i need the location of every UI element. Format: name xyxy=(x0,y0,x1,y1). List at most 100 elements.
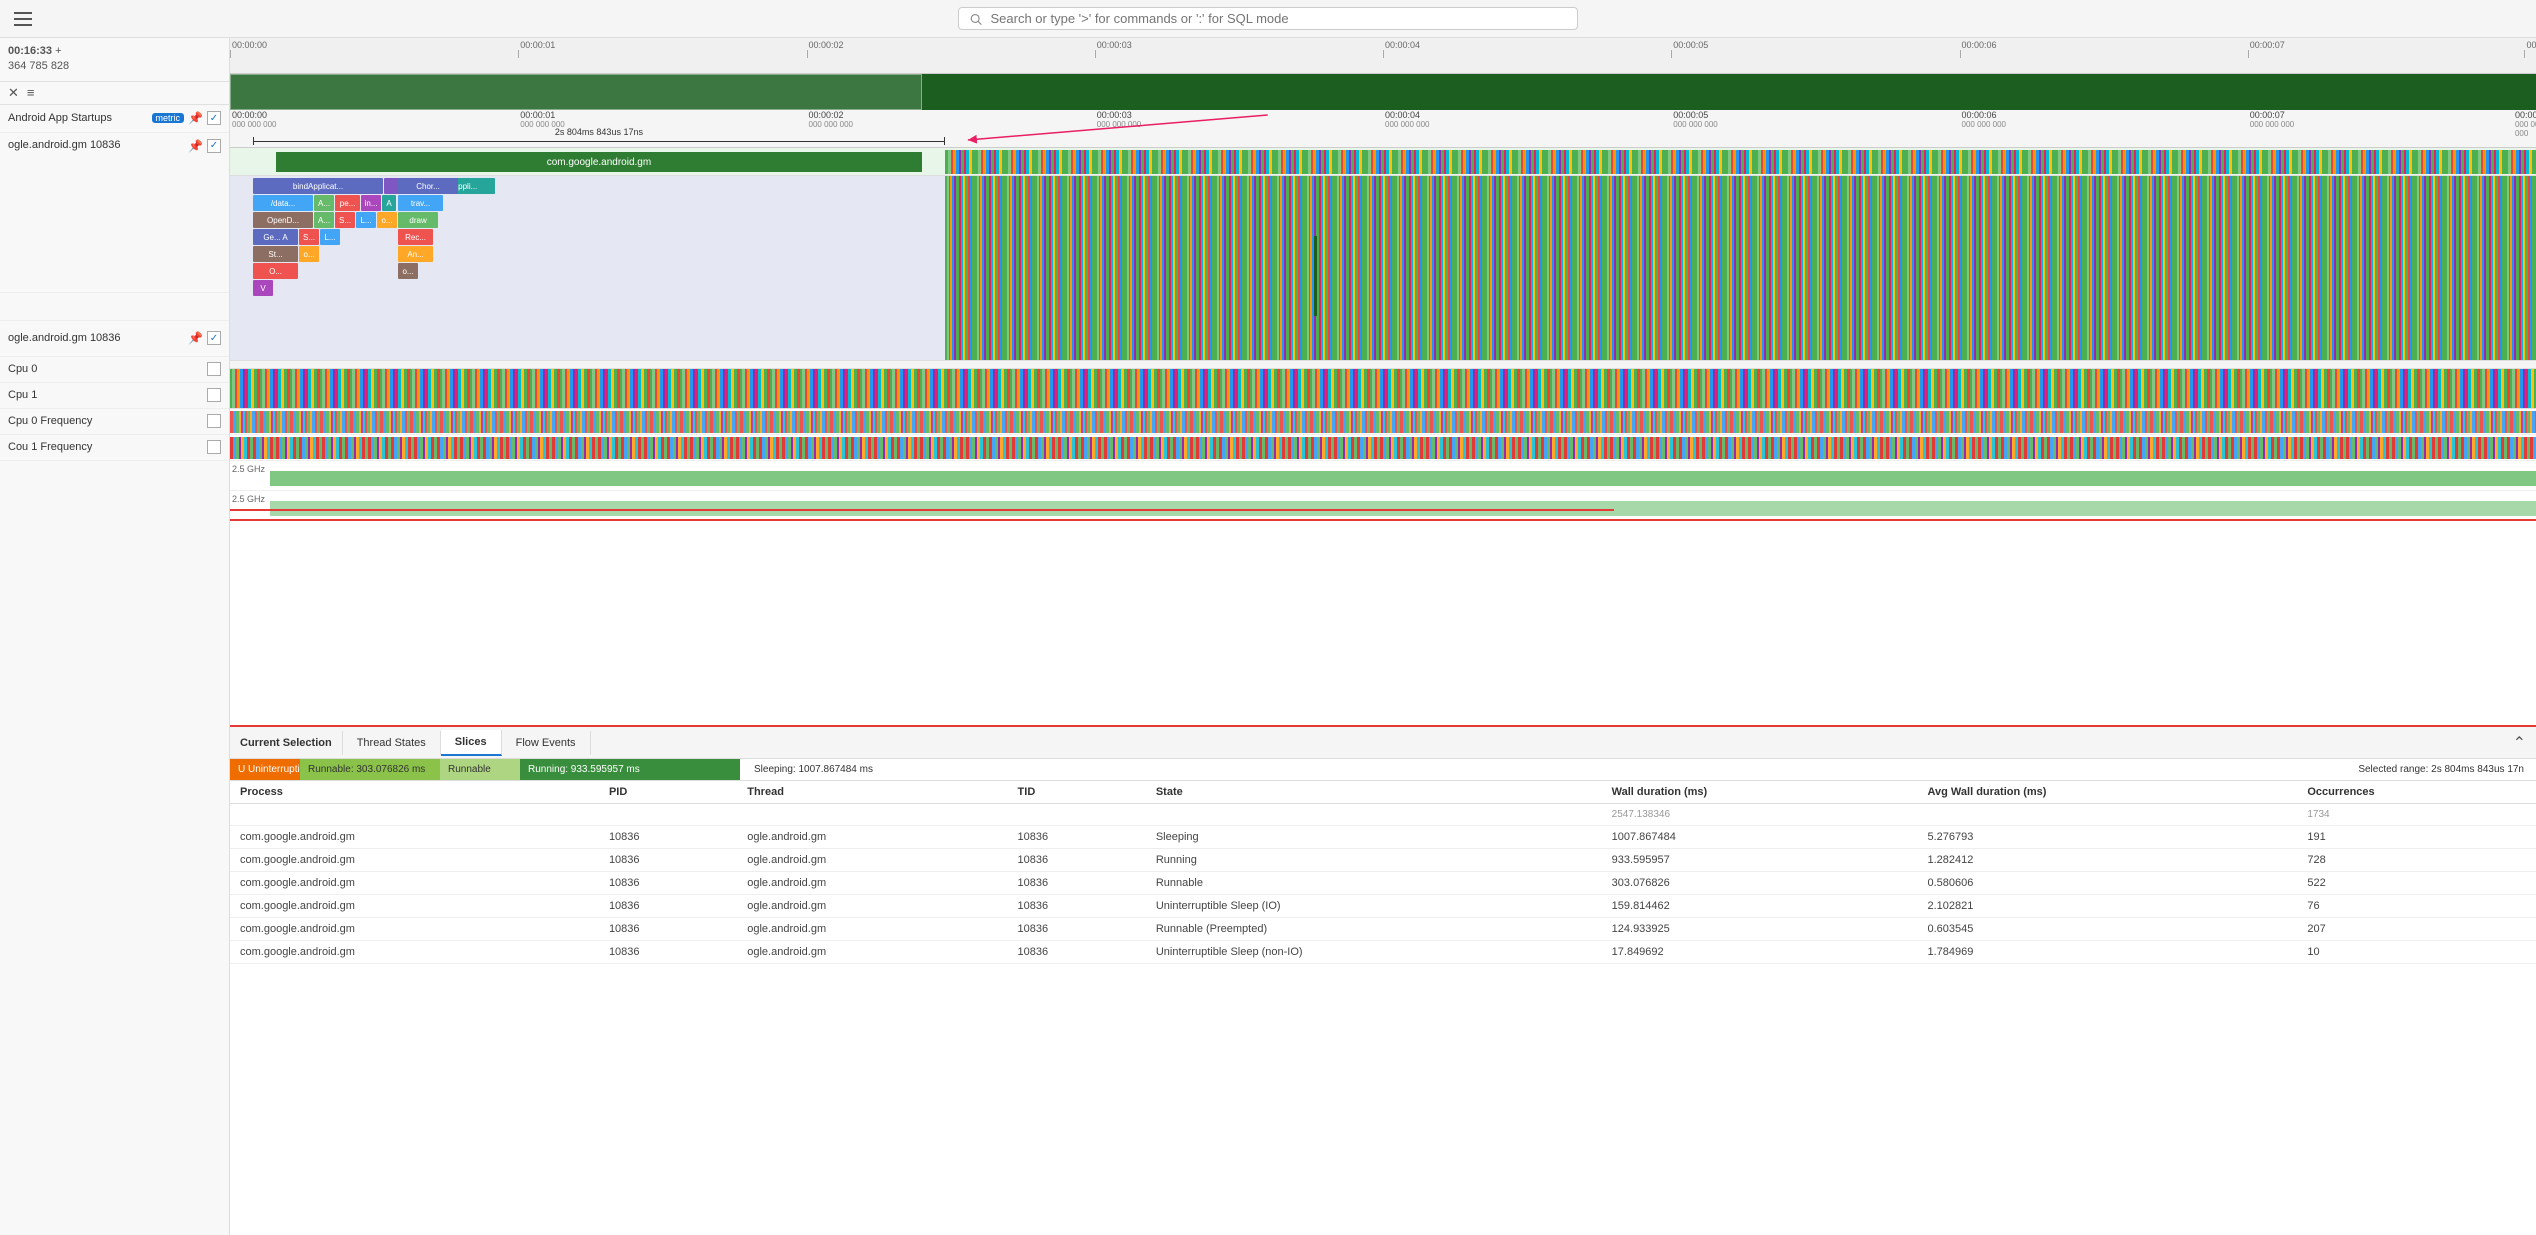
detail-tick-0: 00:00:00 000 000 000 xyxy=(230,110,277,129)
cpu0-freq-label: 2.5 GHz xyxy=(232,464,265,474)
list-btn[interactable]: ≡ xyxy=(27,85,35,100)
data-table-wrap[interactable]: Process PID Thread TID State Wall durati… xyxy=(230,781,2536,1235)
row4-avg: 0.603545 xyxy=(1918,918,2298,941)
track-label-cpu1: Cpu 1 xyxy=(8,389,203,401)
table-row-0[interactable]: com.google.android.gm 10836 ogle.android… xyxy=(230,826,2536,849)
detail-tick-6: 00:00:06 000 000 000 xyxy=(1960,110,2007,129)
search-input-wrap[interactable] xyxy=(958,7,1578,30)
track-item-cpu1-freq[interactable]: Cou 1 Frequency xyxy=(0,435,229,461)
table-row-3[interactable]: com.google.android.gm 10836 ogle.android… xyxy=(230,895,2536,918)
detail-ruler[interactable]: 00:00:00 000 000 000 00:00:01 000 000 00… xyxy=(230,110,2536,148)
hamburger-menu[interactable] xyxy=(14,12,32,26)
flame-row-3: Ge... A S... L... xyxy=(253,229,945,245)
close-btn[interactable]: ✕ xyxy=(8,85,19,101)
flame-block-6-0: V xyxy=(253,280,273,296)
sum-occ: 1734 xyxy=(2297,804,2536,826)
track-spacer-visual xyxy=(230,361,2536,369)
flame-row-5: O... xyxy=(253,263,945,279)
row0-state: Sleeping xyxy=(1146,826,1602,849)
track-checkbox-cpu1-freq[interactable] xyxy=(207,440,221,454)
table-row-5[interactable]: com.google.android.gm 10836 ogle.android… xyxy=(230,941,2536,964)
flame-block-2-1: A... xyxy=(314,212,334,228)
cpu0-freq-track[interactable]: 2.5 GHz xyxy=(230,461,2536,491)
cpu0-track[interactable] xyxy=(230,409,2536,435)
main-container: 00:16:33 + 364 785 828 ✕ ≡ Android App S… xyxy=(0,38,2536,1235)
thread-2-colorbar xyxy=(230,369,2536,408)
flame-block-2-4: o... xyxy=(377,212,397,228)
green-spike xyxy=(1314,236,1317,316)
cpu1-selection-line xyxy=(230,509,1614,511)
left-sidebar: 00:16:33 + 364 785 828 ✕ ≡ Android App S… xyxy=(0,38,230,1235)
ruler-tick-2: 00:00:02 xyxy=(807,38,844,73)
search-icon xyxy=(969,12,983,26)
row2-avg: 0.580606 xyxy=(1918,872,2298,895)
flame-block-4-0: St... xyxy=(253,246,298,262)
row3-avg: 2.102821 xyxy=(1918,895,2298,918)
app-startup-bar: com.google.android.gm xyxy=(276,152,922,172)
flame-block-chor-3: Rec... xyxy=(398,229,433,245)
flame-block-chor-4: An... xyxy=(398,246,433,262)
track-badge-metric: metric xyxy=(152,113,185,123)
track-label-cpu0-freq: Cpu 0 Frequency xyxy=(8,415,203,427)
detail-tick-4: 00:00:04 000 000 000 xyxy=(1383,110,1430,129)
track-item-thread-2[interactable]: ogle.android.gm 10836 📌 xyxy=(0,321,229,357)
table-row-4[interactable]: com.google.android.gm 10836 ogle.android… xyxy=(230,918,2536,941)
bottom-tabs: Current Selection Thread States Slices F… xyxy=(230,727,2536,759)
track-checkbox-1[interactable] xyxy=(207,139,221,153)
row2-tid: 10836 xyxy=(1008,872,1146,895)
flame-row-chor-3: Rec... xyxy=(398,229,548,245)
cpu1-track[interactable] xyxy=(230,435,2536,461)
flame-row-1: /data... A... pe... in... A xyxy=(253,195,945,211)
tab-flow-events[interactable]: Flow Events xyxy=(502,731,591,755)
row1-pid: 10836 xyxy=(599,849,737,872)
thread-track-tall-1[interactable]: bindApplicat... act... Appli... /data...… xyxy=(230,176,2536,361)
state-bar: U Uninterruptible Runnable: 303.076826 m… xyxy=(230,759,2536,781)
tracks-content: com.google.android.gm bindApplicat... ac… xyxy=(230,148,2536,725)
row3-thread: ogle.android.gm xyxy=(737,895,1007,918)
flame-block-chor-5: o... xyxy=(398,263,418,279)
app-startup-track[interactable]: com.google.android.gm xyxy=(230,148,2536,176)
col-process: Process xyxy=(230,781,599,804)
row0-wall: 1007.867484 xyxy=(1602,826,1918,849)
table-row-1[interactable]: com.google.android.gm 10836 ogle.android… xyxy=(230,849,2536,872)
track-item-app-startups[interactable]: Android App Startups metric 📌 xyxy=(0,105,229,133)
track-checkbox-cpu1[interactable] xyxy=(207,388,221,402)
tab-thread-states[interactable]: Thread States xyxy=(343,731,441,755)
bracket-line xyxy=(254,141,944,142)
app-startup-colorbar xyxy=(945,150,2536,174)
flame-block-2-2: S... xyxy=(335,212,355,228)
thread-track-2[interactable] xyxy=(230,369,2536,409)
track-item-cpu1[interactable]: Cpu 1 xyxy=(0,383,229,409)
flame-row-chor-0: Chor... xyxy=(398,178,548,194)
ruler-tick-1: 00:00:01 xyxy=(518,38,555,73)
row3-pid: 10836 xyxy=(599,895,737,918)
search-input[interactable] xyxy=(991,11,1568,26)
track-checkbox-cpu0-freq[interactable] xyxy=(207,414,221,428)
pin-icon-3[interactable]: 📌 xyxy=(188,331,203,345)
track-checkbox-3[interactable] xyxy=(207,331,221,345)
pin-icon-0[interactable]: 📌 xyxy=(188,111,203,125)
track-checkbox-0[interactable] xyxy=(207,111,221,125)
overview-bar[interactable] xyxy=(230,74,2536,110)
row0-process: com.google.android.gm xyxy=(230,826,599,849)
track-item-thread-1[interactable]: ogle.android.gm 10836 📌 xyxy=(0,133,229,293)
track-checkbox-cpu0[interactable] xyxy=(207,362,221,376)
track-item-cpu0-freq[interactable]: Cpu 0 Frequency xyxy=(0,409,229,435)
cpu1-freq-track[interactable]: 2.5 GHz xyxy=(230,491,2536,521)
flame-row-chor-5: o... xyxy=(398,263,548,279)
row4-occ: 207 xyxy=(2297,918,2536,941)
row5-avg: 1.784969 xyxy=(1918,941,2298,964)
table-row-2[interactable]: com.google.android.gm 10836 ogle.android… xyxy=(230,872,2536,895)
row0-avg: 5.276793 xyxy=(1918,826,2298,849)
overview-ruler[interactable]: 00:00:00 00:00:01 00:00:02 00:00:03 00:0… xyxy=(230,38,2536,74)
time-info: 00:16:33 + 364 785 828 xyxy=(0,38,229,82)
collapse-button[interactable]: ⌃ xyxy=(2503,733,2536,753)
track-item-cpu0[interactable]: Cpu 0 xyxy=(0,357,229,383)
flame-row-chor-4: An... xyxy=(398,246,548,262)
pin-icon-1[interactable]: 📌 xyxy=(188,139,203,153)
row1-occ: 728 xyxy=(2297,849,2536,872)
flame-block-chor-0: Chor... xyxy=(398,178,458,194)
tab-slices[interactable]: Slices xyxy=(441,730,502,756)
coords: 364 785 828 xyxy=(8,60,69,72)
col-state: State xyxy=(1146,781,1602,804)
